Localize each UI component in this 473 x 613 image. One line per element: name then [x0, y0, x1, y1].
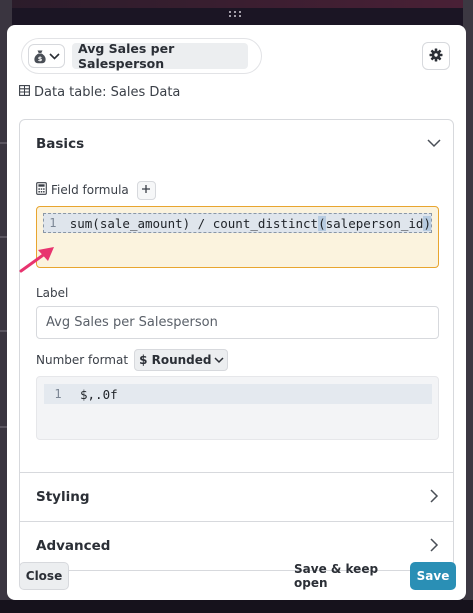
calculator-icon — [36, 182, 47, 198]
chevron-right-icon — [430, 489, 439, 507]
add-field-button[interactable] — [136, 180, 156, 200]
settings-button[interactable] — [422, 42, 450, 70]
chevron-down-icon — [427, 136, 441, 152]
number-format-value: $ Rounded — [139, 353, 212, 367]
label-input[interactable]: Avg Sales per Salesperson — [36, 306, 439, 339]
line-number: 1 — [54, 387, 62, 401]
field-formula-label: Field formula — [36, 180, 156, 200]
close-button[interactable]: Close — [19, 562, 69, 590]
format-editor[interactable]: 1 $,.0f — [36, 376, 439, 440]
annotation-arrow-icon — [19, 245, 59, 277]
formula-editor[interactable]: 1 sum(sale_amount) / count_distinct(sale… — [36, 206, 439, 268]
save-button[interactable]: Save — [410, 562, 456, 590]
number-format-row: Number format $ Rounded — [36, 349, 229, 371]
chevron-down-icon — [214, 353, 225, 367]
section-basics-header[interactable]: Basics — [20, 120, 453, 168]
plus-icon — [141, 183, 151, 197]
field-icon-dropdown[interactable]: $ — [28, 44, 65, 68]
chevron-down-icon — [49, 52, 60, 60]
data-table-label: Data table: Sales Data — [34, 84, 181, 100]
gear-icon — [429, 47, 443, 66]
formula-code-line[interactable]: 1 sum(sale_amount) / count_distinct(sale… — [43, 213, 432, 233]
svg-text:$: $ — [38, 55, 43, 63]
background-top-strip — [0, 0, 473, 8]
data-table-info: Data table: Sales Data — [19, 84, 180, 100]
table-icon — [19, 84, 30, 100]
chevron-right-icon — [430, 538, 439, 556]
drag-handle-icon[interactable] — [229, 11, 243, 19]
section-styling-header[interactable]: Styling — [20, 473, 453, 521]
field-editor-panel: $ Avg Sales per Salesperson Data table: … — [7, 25, 466, 600]
section-basics-title: Basics — [36, 136, 85, 152]
title-group: $ Avg Sales per Salesperson — [21, 38, 262, 74]
save-keep-open-button[interactable]: Save & keep open — [294, 562, 404, 590]
field-title-input[interactable]: Avg Sales per Salesperson — [72, 41, 248, 71]
section-styling-title: Styling — [36, 489, 90, 505]
format-code: $,.0f — [80, 386, 118, 402]
label-heading: Label — [36, 286, 69, 300]
number-format-label: Number format — [36, 353, 129, 367]
section-advanced-title: Advanced — [36, 538, 111, 554]
money-bag-icon: $ — [33, 49, 47, 64]
formula-code: sum(sale_amount) / count_distinct(salepe… — [69, 215, 431, 231]
field-formula-text: Field formula — [51, 183, 129, 197]
format-code-line[interactable]: 1 $,.0f — [44, 384, 432, 404]
field-settings-accordion: Basics Field formula 1 sum(sale_amount) … — [19, 119, 454, 571]
background-bottom-strip — [0, 600, 473, 613]
number-format-select[interactable]: $ Rounded — [134, 349, 229, 371]
line-number: 1 — [49, 216, 57, 230]
